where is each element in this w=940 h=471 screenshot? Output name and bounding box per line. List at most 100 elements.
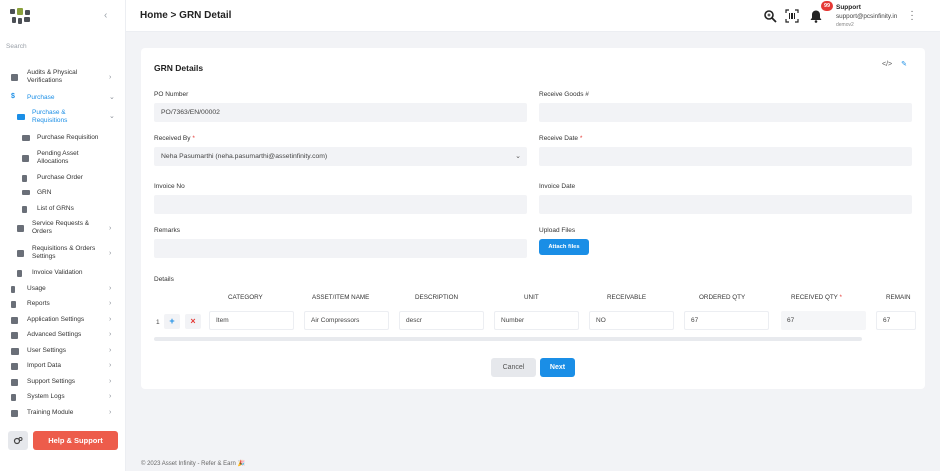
sidebar-item-user-settings[interactable]: User Settings ›: [0, 347, 126, 356]
remove-row-button[interactable]: ×: [185, 314, 201, 329]
cell-ordered-qty: 67: [684, 311, 769, 330]
chevron-right-icon: ›: [109, 300, 112, 307]
barcode-scan-icon[interactable]: [785, 9, 799, 23]
next-button[interactable]: Next: [540, 358, 575, 377]
collapse-sidebar-icon[interactable]: ‹: [104, 10, 114, 22]
sidebar-item-label: System Logs: [27, 393, 65, 400]
required-mark: *: [839, 294, 842, 301]
details-label: Details: [154, 276, 174, 283]
sidebar-item-label: Audits & Physical Verifications: [27, 69, 78, 84]
receive-goods-label: Receive Goods #: [539, 91, 589, 98]
sidebar-item-support-settings[interactable]: Support Settings ›: [0, 378, 126, 387]
chevron-down-icon: ⌄: [515, 153, 521, 160]
sidebar-item-usage[interactable]: Usage ›: [0, 285, 126, 294]
chevron-right-icon: ›: [109, 74, 112, 81]
add-row-button[interactable]: +: [164, 314, 180, 329]
received-qty-header-text: RECEIVED QTY: [791, 294, 838, 301]
chevron-right-icon: ›: [109, 331, 112, 338]
chevron-right-icon: ›: [109, 347, 112, 354]
more-options-icon[interactable]: · · ·: [910, 7, 914, 25]
sidebar-item-service-requests[interactable]: Service Requests & Orders ›: [0, 220, 126, 238]
remarks-label: Remarks: [154, 227, 181, 234]
sidebar-item-pending-asset-allocations[interactable]: Pending Asset Allocations: [0, 150, 126, 168]
sidebar: ‹ Search Audits & Physical Verifications…: [0, 0, 126, 471]
document-icon: [22, 175, 27, 182]
sidebar-item-requisitions-orders-settings[interactable]: Requisitions & Orders Settings ›: [0, 245, 126, 263]
row-number: 1: [156, 319, 160, 326]
quick-settings-button[interactable]: [8, 431, 28, 450]
edit-pencil-icon[interactable]: ✎: [899, 60, 909, 70]
sidebar-search-input[interactable]: Search: [6, 43, 120, 53]
cell-receivable: NO: [589, 311, 674, 330]
received-by-value: Neha Pasumarthi (neha.pasumarthi@assetin…: [161, 153, 328, 160]
sidebar-item-label: Purchase: [27, 94, 55, 101]
help-support-button[interactable]: Help & Support: [33, 431, 118, 450]
sidebar-item-label: Advanced Settings: [27, 331, 82, 338]
sidebar-item-label: Purchase & Requisitions: [32, 109, 68, 124]
user-tenant: demov2: [836, 22, 854, 28]
receive-goods-field[interactable]: [539, 103, 912, 122]
sidebar-item-import-data[interactable]: Import Data ›: [0, 362, 126, 371]
sidebar-item-label: Support Settings: [27, 378, 76, 385]
remarks-field[interactable]: [154, 239, 527, 258]
dollar-icon: $: [11, 93, 15, 100]
sidebar-item-label: Requisitions & Orders Settings: [32, 245, 96, 260]
invoice-no-field[interactable]: [154, 195, 527, 214]
chevron-right-icon: ›: [109, 362, 112, 369]
laptop-icon: [22, 135, 30, 141]
receive-date-field[interactable]: [539, 147, 912, 166]
cancel-button[interactable]: Cancel: [491, 358, 536, 377]
sidebar-item-audits[interactable]: Audits & Physical Verifications ›: [0, 68, 126, 86]
attach-files-button[interactable]: Attach files: [539, 239, 589, 255]
cell-category: Item: [209, 311, 294, 330]
sidebar-item-label: Import Data: [27, 362, 61, 369]
service-icon: [17, 225, 24, 232]
flash-icon: [11, 286, 15, 293]
cell-description: descr: [399, 311, 484, 330]
sidebar-item-advanced-settings[interactable]: Advanced Settings ›: [0, 331, 126, 340]
user-name[interactable]: Support: [836, 4, 861, 11]
sidebar-item-application-settings[interactable]: Application Settings ›: [0, 316, 126, 325]
chevron-right-icon: ›: [109, 393, 112, 400]
invoice-date-field[interactable]: [539, 195, 912, 214]
sidebar-item-reports[interactable]: Reports ›: [0, 300, 126, 309]
top-header: Home > GRN Detail 99 Support support@pcs…: [126, 0, 940, 32]
po-number-label: PO Number: [154, 91, 189, 98]
log-icon: [11, 394, 16, 401]
bell-icon[interactable]: [809, 9, 823, 23]
column-header-description: DESCRIPTION: [415, 294, 459, 301]
upload-files-label: Upload Files: [539, 227, 576, 234]
received-qty-input[interactable]: 67: [781, 311, 866, 330]
sidebar-item-grn[interactable]: GRN: [0, 189, 126, 198]
sidebar-item-purchase-order[interactable]: Purchase Order: [0, 174, 126, 183]
notification-count-badge: 99: [821, 1, 833, 11]
app-logo: [10, 8, 32, 26]
sidebar-item-purchase-requisition[interactable]: Purchase Requisition: [0, 134, 126, 143]
column-header-asset-name: ASSET/ITEM NAME: [312, 294, 370, 301]
import-icon: [11, 363, 18, 370]
received-by-select[interactable]: Neha Pasumarthi (neha.pasumarthi@assetin…: [154, 147, 527, 166]
hierarchy-icon: [22, 155, 29, 162]
support-gear-icon: [11, 379, 18, 386]
grn-details-card: GRN Details </> ✎ PO Number PO/7363/EN/0…: [141, 48, 925, 389]
column-header-remaining: REMAIN: [886, 294, 911, 301]
sidebar-item-label: GRN: [37, 189, 52, 196]
chevron-right-icon: ›: [109, 225, 112, 232]
invoice-date-label: Invoice Date: [539, 183, 576, 190]
table-horizontal-scrollbar[interactable]: [154, 337, 862, 341]
sidebar-item-purchase-requisitions[interactable]: Purchase & Requisitions ⌄: [0, 109, 126, 127]
sidebar-item-system-logs[interactable]: System Logs ›: [0, 393, 126, 402]
sidebar-item-label: Purchase Order: [37, 174, 83, 181]
sidebar-item-purchase[interactable]: $ Purchase ⌄: [0, 93, 126, 103]
sidebar-item-list-of-grns[interactable]: List of GRNs: [0, 205, 126, 214]
sidebar-item-training-module[interactable]: Training Module ›: [0, 409, 126, 418]
code-icon[interactable]: </>: [882, 60, 892, 70]
sidebar-item-invoice-validation[interactable]: Invoice Validation: [0, 269, 126, 278]
user-email: support@pcsinfinity.in: [836, 13, 898, 20]
zoom-search-icon[interactable]: [763, 9, 777, 23]
sidebar-item-label: Reports: [27, 300, 50, 307]
cell-asset-name: Air Compressors: [304, 311, 389, 330]
column-header-receivable: RECEIVABLE: [607, 294, 647, 301]
users-icon: [11, 348, 19, 355]
card-title: GRN Details: [154, 63, 204, 73]
